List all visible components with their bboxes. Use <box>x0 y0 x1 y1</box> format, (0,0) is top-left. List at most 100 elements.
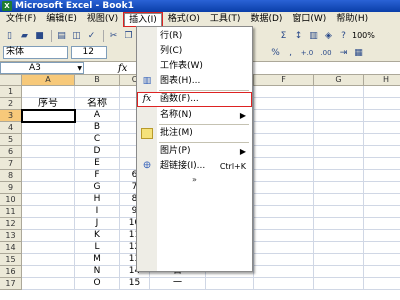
cell[interactable]: 15 <box>120 278 150 290</box>
cell[interactable] <box>22 194 75 206</box>
row-header[interactable]: 8 <box>0 170 22 182</box>
cell[interactable] <box>254 122 314 134</box>
cell[interactable]: 名称 <box>75 98 120 110</box>
cell[interactable] <box>314 266 364 278</box>
row-header[interactable]: 12 <box>0 218 22 230</box>
drawing-icon[interactable]: ◈ <box>322 29 335 42</box>
cell[interactable]: F <box>75 170 120 182</box>
cell[interactable]: 一 <box>150 278 206 290</box>
cell[interactable] <box>314 206 364 218</box>
row-header[interactable]: 5 <box>0 134 22 146</box>
cell[interactable] <box>314 182 364 194</box>
cell[interactable]: M <box>75 254 120 266</box>
row-header[interactable]: 10 <box>0 194 22 206</box>
menu-view[interactable]: 视图(V) <box>83 13 122 26</box>
menu-insert[interactable]: 插入(I) <box>123 12 163 27</box>
cell[interactable] <box>364 218 400 230</box>
menu-item-name[interactable]: 名称(N) ▶ <box>137 108 252 123</box>
cell[interactable] <box>254 230 314 242</box>
cell[interactable] <box>314 218 364 230</box>
menu-help[interactable]: 帮助(H) <box>332 13 372 26</box>
menu-item-worksheet[interactable]: 工作表(W) <box>137 59 252 74</box>
increase-decimal-icon[interactable]: +.0 <box>299 46 315 59</box>
cell[interactable] <box>254 206 314 218</box>
cell[interactable]: C <box>75 134 120 146</box>
sort-icon[interactable]: ↕ <box>292 29 305 42</box>
decrease-decimal-icon[interactable]: .00 <box>317 46 335 59</box>
cell[interactable] <box>364 110 400 122</box>
cell[interactable] <box>364 98 400 110</box>
font-size-select[interactable]: 12 <box>71 46 107 59</box>
menu-edit[interactable]: 编辑(E) <box>42 13 81 26</box>
help-icon[interactable]: ? <box>337 29 350 42</box>
cell[interactable] <box>364 134 400 146</box>
row-header[interactable]: 6 <box>0 146 22 158</box>
cell[interactable] <box>254 146 314 158</box>
cell[interactable] <box>22 266 75 278</box>
menu-item-row[interactable]: 行(R) <box>137 29 252 44</box>
cell[interactable]: J <box>75 218 120 230</box>
row-header[interactable]: 2 <box>0 98 22 110</box>
row-header[interactable]: 1 <box>0 86 22 98</box>
row-header[interactable]: 16 <box>0 266 22 278</box>
expand-menu-icon[interactable]: » <box>137 175 252 184</box>
cell[interactable] <box>254 218 314 230</box>
cell[interactable] <box>254 98 314 110</box>
cell[interactable] <box>22 170 75 182</box>
cell[interactable] <box>364 206 400 218</box>
cell[interactable] <box>364 266 400 278</box>
cell[interactable] <box>254 194 314 206</box>
insert-function-icon[interactable]: fx <box>118 63 127 74</box>
menu-item-comment[interactable]: 批注(M) <box>137 126 252 141</box>
cell[interactable] <box>314 86 364 98</box>
column-header-g[interactable]: G <box>314 75 364 86</box>
cell[interactable] <box>314 170 364 182</box>
chevron-down-icon[interactable]: ▼ <box>77 64 82 74</box>
menu-file[interactable]: 文件(F) <box>2 13 40 26</box>
cell[interactable] <box>364 194 400 206</box>
cell[interactable] <box>314 254 364 266</box>
row-header[interactable]: 11 <box>0 206 22 218</box>
cell[interactable] <box>314 134 364 146</box>
cell[interactable] <box>22 122 75 134</box>
row-header[interactable]: 9 <box>0 182 22 194</box>
cell[interactable] <box>364 242 400 254</box>
cell[interactable]: K <box>75 230 120 242</box>
cell[interactable]: D <box>75 146 120 158</box>
menu-tools[interactable]: 工具(T) <box>206 13 245 26</box>
cell[interactable] <box>22 182 75 194</box>
cell[interactable] <box>254 110 314 122</box>
cell[interactable] <box>364 254 400 266</box>
cell[interactable] <box>314 242 364 254</box>
cell[interactable] <box>22 230 75 242</box>
cell[interactable] <box>22 110 75 122</box>
cell[interactable]: B <box>75 122 120 134</box>
preview-icon[interactable]: ◫ <box>70 29 83 42</box>
column-header-f[interactable]: F <box>254 75 314 86</box>
column-header-a[interactable]: A <box>22 75 75 86</box>
borders-icon[interactable]: ▦ <box>352 46 365 59</box>
cell[interactable] <box>364 170 400 182</box>
cut-icon[interactable]: ✂ <box>107 29 120 42</box>
row-header[interactable]: 3 <box>0 110 22 122</box>
menu-item-chart[interactable]: ▥ 图表(H)... <box>137 74 252 89</box>
cell[interactable]: H <box>75 194 120 206</box>
cell[interactable] <box>22 254 75 266</box>
cell[interactable]: N <box>75 266 120 278</box>
cell[interactable] <box>314 158 364 170</box>
font-name-select[interactable]: 宋体 <box>3 46 68 59</box>
cell[interactable]: O <box>75 278 120 290</box>
cell[interactable] <box>364 122 400 134</box>
cell[interactable] <box>254 86 314 98</box>
cell[interactable] <box>22 86 75 98</box>
cell[interactable] <box>206 278 254 290</box>
cell[interactable] <box>75 86 120 98</box>
cell[interactable] <box>254 278 314 290</box>
cell[interactable] <box>364 86 400 98</box>
cell[interactable] <box>314 194 364 206</box>
zoom-level[interactable]: 100% <box>352 31 375 40</box>
cell[interactable] <box>22 278 75 290</box>
percent-style-icon[interactable]: % <box>269 46 282 59</box>
menu-item-picture[interactable]: 图片(P) ▶ <box>137 144 252 159</box>
cell[interactable]: 序号 <box>22 98 75 110</box>
